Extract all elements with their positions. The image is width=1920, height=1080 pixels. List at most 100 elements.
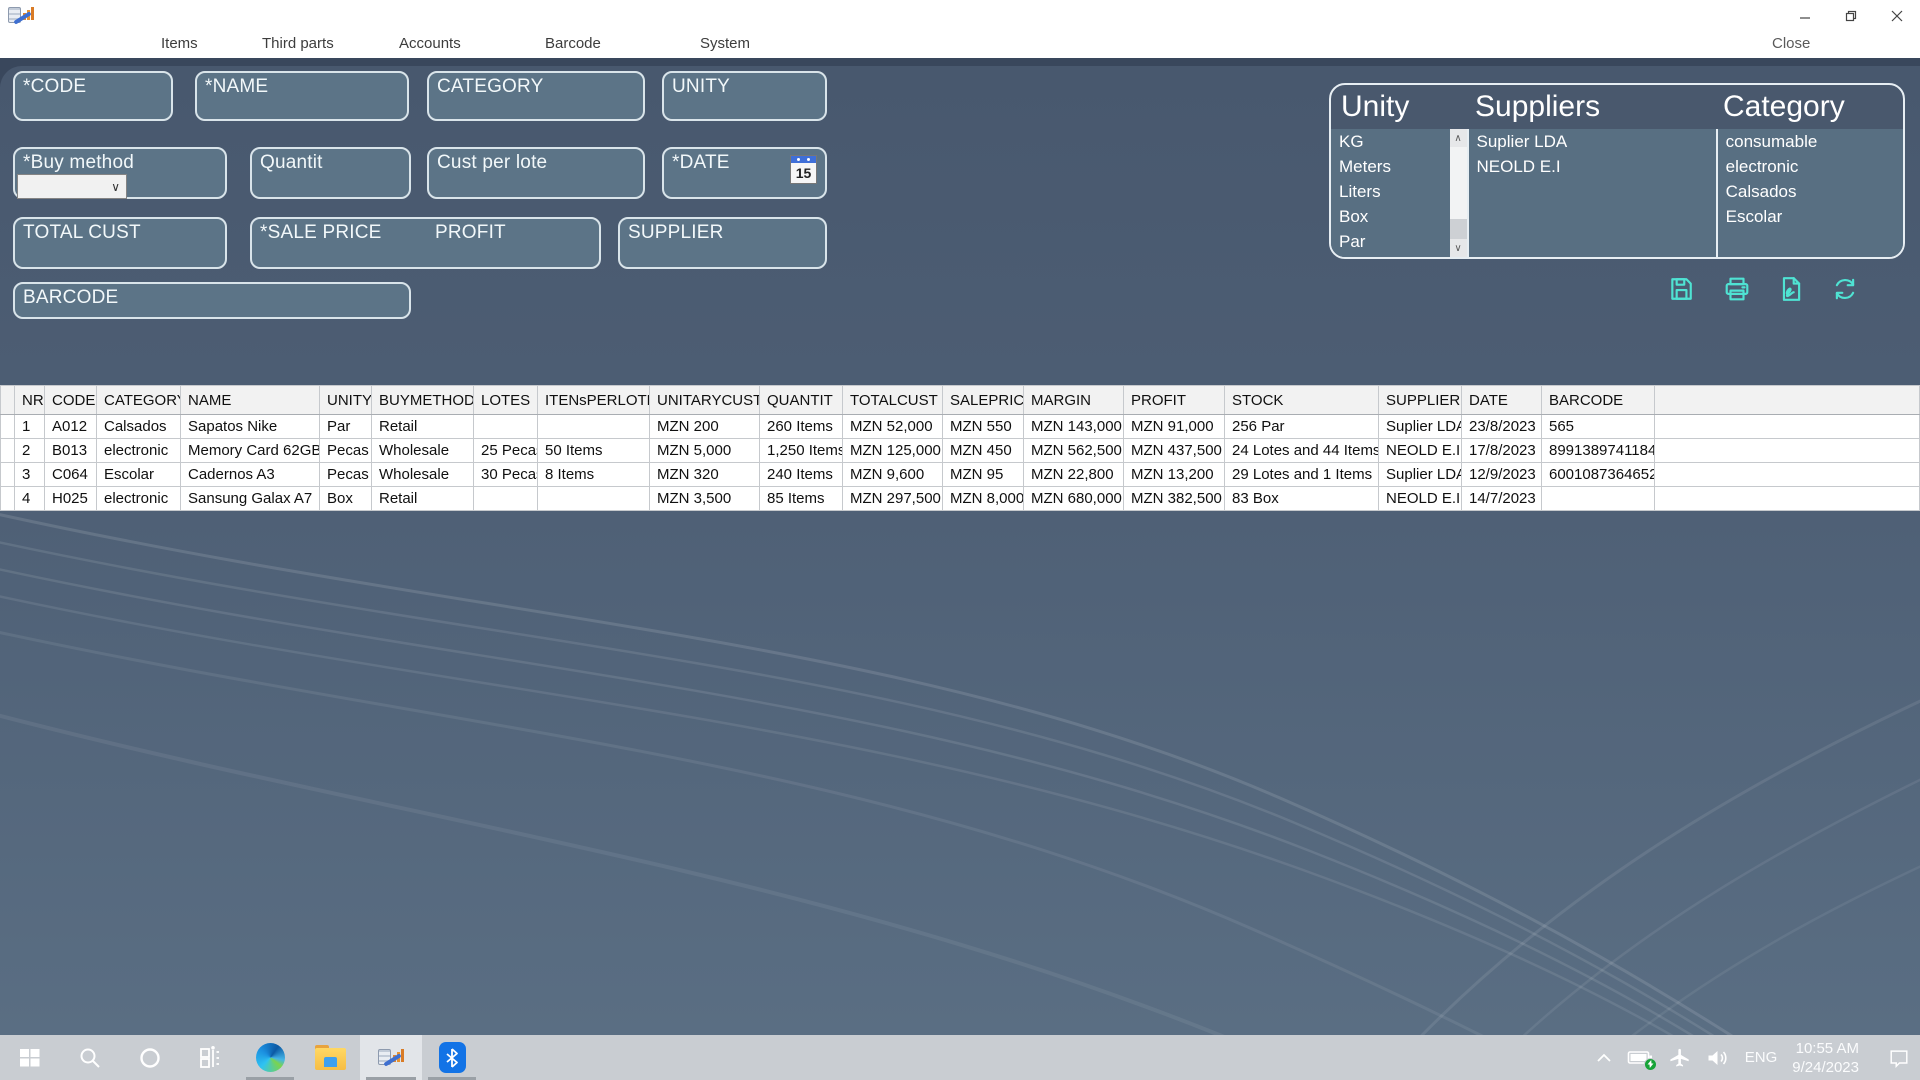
unity-list-item[interactable]: Box [1331,204,1450,229]
column-header-code[interactable]: CODE [45,386,97,415]
table-cell[interactable]: Memory Card 62GB [181,439,320,463]
table-cell[interactable]: MZN 5,000 [650,439,760,463]
table-cell[interactable]: electronic [97,487,181,511]
clock[interactable]: 10:55 AM 9/24/2023 [1792,1039,1859,1077]
sale-price-profit-field[interactable]: *SALE PRICE PROFIT [250,217,601,269]
refresh-button[interactable] [1830,274,1860,304]
quantit-field[interactable]: Quantit [250,147,411,199]
table-cell[interactable]: Calsados [97,415,181,439]
airplane-mode-icon[interactable] [1669,1047,1691,1069]
table-cell[interactable]: 8991389741184 [1542,439,1655,463]
category-listbox[interactable]: consumableelectronicCalsadosEscolar [1716,129,1903,257]
scrollbar-thumb[interactable] [1450,147,1467,219]
battery-status-icon[interactable] [1627,1048,1654,1068]
cortana-button[interactable] [120,1035,180,1080]
row-header-cell[interactable] [1,415,15,439]
table-cell[interactable]: B013 [45,439,97,463]
table-cell[interactable]: 1,250 Items [760,439,843,463]
menu-item-system[interactable]: System [700,32,750,56]
table-cell[interactable]: 83 Box [1225,487,1379,511]
category-list-item[interactable]: consumable [1718,129,1903,154]
category-list-item[interactable]: electronic [1718,154,1903,179]
menu-item-close[interactable]: Close [1772,32,1810,56]
row-header-cell[interactable] [1,439,15,463]
row-header-cell[interactable] [1,463,15,487]
table-cell[interactable]: MZN 320 [650,463,760,487]
table-cell[interactable]: C064 [45,463,97,487]
table-cell[interactable]: 240 Items [760,463,843,487]
save-button[interactable] [1666,274,1696,304]
table-cell[interactable]: MZN 562,500 [1024,439,1124,463]
column-header-saleprice[interactable]: SALEPRICE [943,386,1024,415]
volume-icon[interactable] [1706,1048,1730,1068]
table-cell[interactable]: MZN 550 [943,415,1024,439]
table-row[interactable]: 1A012CalsadosSapatos NikeParRetailMZN 20… [1,415,1920,439]
table-cell[interactable]: 23/8/2023 [1462,415,1542,439]
total-cust-field[interactable]: TOTAL CUST [13,217,227,269]
date-field[interactable]: *DATE 15 [662,147,827,199]
table-cell[interactable]: 3 [15,463,45,487]
table-cell[interactable]: Wholesale [372,463,474,487]
task-view-button[interactable] [180,1035,240,1080]
table-cell[interactable]: MZN 450 [943,439,1024,463]
table-cell[interactable]: MZN 9,600 [843,463,943,487]
unity-list-item[interactable]: Liters [1331,179,1450,204]
column-header-buymethod[interactable]: BUYMETHOD [372,386,474,415]
table-cell[interactable] [538,415,650,439]
column-header-margin[interactable]: MARGIN [1024,386,1124,415]
restore-button[interactable] [1828,0,1874,32]
menu-item-third-parts[interactable]: Third parts [262,32,334,56]
category-list-item[interactable]: Calsados [1718,179,1903,204]
table-cell[interactable]: MZN 13,200 [1124,463,1225,487]
table-cell[interactable]: 30 Pecas [474,463,538,487]
table-cell[interactable]: Retail [372,415,474,439]
table-cell[interactable]: Sansung Galax A7 [181,487,320,511]
table-cell[interactable]: 24 Lotes and 44 Items [1225,439,1379,463]
column-header-totalcust[interactable]: TOTALCUST [843,386,943,415]
table-cell[interactable]: MZN 3,500 [650,487,760,511]
table-cell[interactable]: 256 Par [1225,415,1379,439]
suppliers-list-item[interactable]: Suplier LDA [1469,129,1716,154]
table-cell[interactable]: 260 Items [760,415,843,439]
column-header-supplier[interactable]: SUPPLIER [1379,386,1462,415]
language-indicator[interactable]: ENG [1745,1049,1778,1066]
action-center-icon[interactable] [1888,1047,1910,1069]
unity-field[interactable]: UNITY [662,71,827,121]
column-header-name[interactable]: NAME [181,386,320,415]
table-cell[interactable] [538,487,650,511]
table-cell[interactable]: 565 [1542,415,1655,439]
suppliers-listbox[interactable]: Suplier LDANEOLD E.I [1467,129,1716,257]
menu-item-items[interactable]: Items [161,32,198,56]
unity-list-item[interactable]: Par [1331,229,1450,254]
table-cell[interactable]: MZN 8,000 [943,487,1024,511]
column-header-lotes[interactable]: LOTES [474,386,538,415]
table-cell[interactable]: MZN 437,500 [1124,439,1225,463]
close-button[interactable] [1874,0,1920,32]
table-cell[interactable]: NEOLD E.I [1379,487,1462,511]
category-field[interactable]: CATEGORY [427,71,645,121]
unity-list-item[interactable]: KG [1331,129,1450,154]
table-cell[interactable]: MZN 297,500 [843,487,943,511]
table-cell[interactable]: Cadernos A3 [181,463,320,487]
table-cell[interactable]: 4 [15,487,45,511]
inventory-app-button[interactable] [360,1035,422,1080]
table-cell[interactable]: Retail [372,487,474,511]
bluetooth-app-button[interactable] [422,1035,482,1080]
menu-item-accounts[interactable]: Accounts [399,32,461,56]
unity-list-scrollbar[interactable]: ∧ ∨ [1450,129,1467,257]
column-header-quantit[interactable]: QUANTIT [760,386,843,415]
suppliers-list-item[interactable]: NEOLD E.I [1469,154,1716,179]
table-cell[interactable]: MZN 52,000 [843,415,943,439]
table-cell[interactable]: 29 Lotes and 1 Items [1225,463,1379,487]
table-cell[interactable]: MZN 382,500 [1124,487,1225,511]
table-cell[interactable]: Suplier LDA [1379,415,1462,439]
table-cell[interactable]: MZN 91,000 [1124,415,1225,439]
calendar-icon[interactable]: 15 [790,155,817,184]
supplier-field[interactable]: SUPPLIER [618,217,827,269]
buy-method-dropdown[interactable]: ∨ [17,174,127,199]
menu-item-barcode[interactable]: Barcode [545,32,601,56]
table-cell[interactable]: MZN 680,000 [1024,487,1124,511]
table-cell[interactable]: MZN 95 [943,463,1024,487]
barcode-field[interactable]: BARCODE [13,282,411,319]
table-cell[interactable]: 2 [15,439,45,463]
